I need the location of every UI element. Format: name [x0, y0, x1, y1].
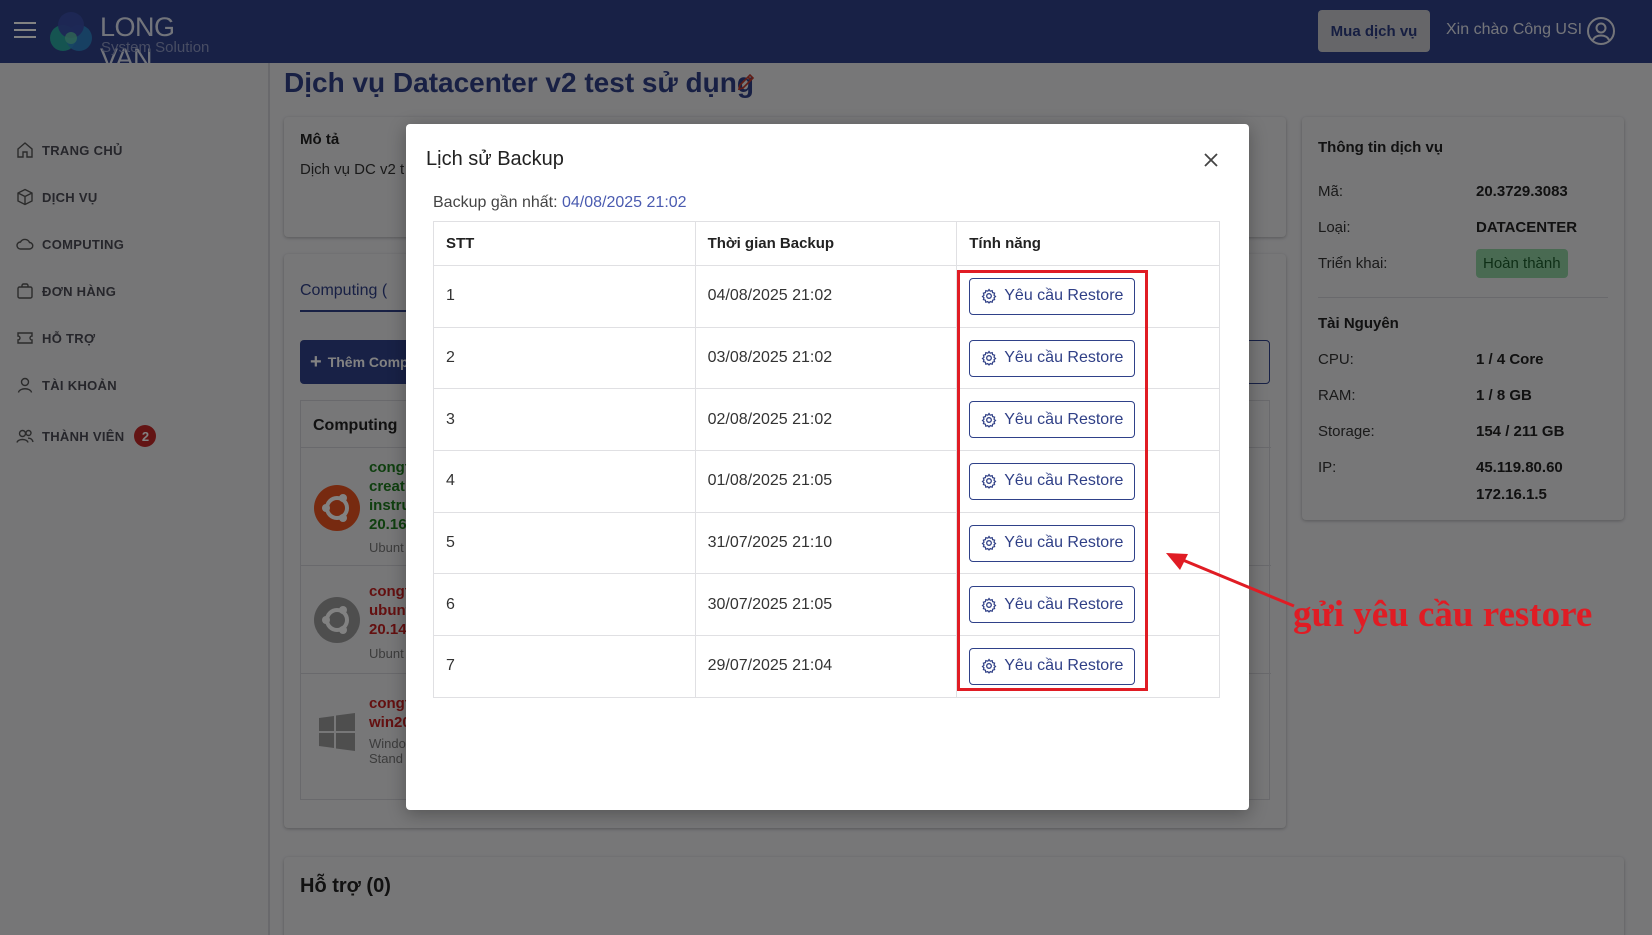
column-header-actions: Tính năng: [956, 221, 1220, 266]
row-stt: 6: [433, 573, 696, 637]
table-header-row: STT Thời gian Backup Tính năng: [433, 221, 1220, 266]
highlight-box: [957, 270, 1148, 691]
row-backup-time: 30/07/2025 21:05: [694, 573, 958, 637]
row-stt: 2: [433, 326, 696, 390]
row-stt: 1: [433, 265, 696, 328]
row-backup-time: 01/08/2025 21:05: [694, 450, 958, 513]
row-stt: 3: [433, 388, 696, 452]
row-stt: 4: [433, 450, 696, 513]
column-header-time: Thời gian Backup: [694, 221, 958, 266]
row-backup-time: 02/08/2025 21:02: [694, 388, 958, 452]
latest-backup-value: 04/08/2025 21:02: [562, 194, 687, 211]
annotation-text: gửi yêu cầu restore: [1293, 594, 1593, 635]
row-stt: 5: [433, 511, 696, 575]
row-backup-time: 03/08/2025 21:02: [694, 326, 958, 390]
latest-backup-label: Backup gần nhất:: [433, 194, 558, 211]
close-icon[interactable]: [1201, 150, 1221, 170]
row-backup-time: 31/07/2025 21:10: [694, 511, 958, 575]
dialog-title: Lịch sử Backup: [426, 148, 564, 170]
row-stt: 7: [433, 635, 696, 698]
annotation-arrow-icon: [1166, 553, 1295, 608]
row-backup-time: 04/08/2025 21:02: [694, 265, 958, 328]
row-backup-time: 29/07/2025 21:04: [694, 635, 958, 698]
column-header-stt: STT: [433, 221, 696, 266]
